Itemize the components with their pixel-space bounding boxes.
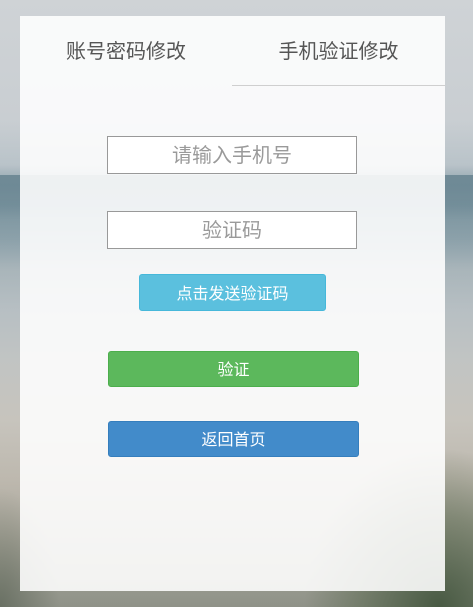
phone-input[interactable] — [107, 136, 357, 174]
verify-button[interactable]: 验证 — [108, 351, 359, 387]
back-to-home-button[interactable]: 返回首页 — [108, 421, 359, 457]
send-code-button[interactable]: 点击发送验证码 — [139, 274, 326, 311]
tab-bar: 账号密码修改 手机验证修改 — [20, 16, 445, 86]
tab-account-password[interactable]: 账号密码修改 — [20, 16, 232, 86]
password-reset-panel: 账号密码修改 手机验证修改 点击发送验证码 验证 返回首页 — [20, 16, 445, 591]
tab-phone-verify[interactable]: 手机验证修改 — [232, 16, 445, 86]
verification-code-input[interactable] — [107, 211, 357, 249]
